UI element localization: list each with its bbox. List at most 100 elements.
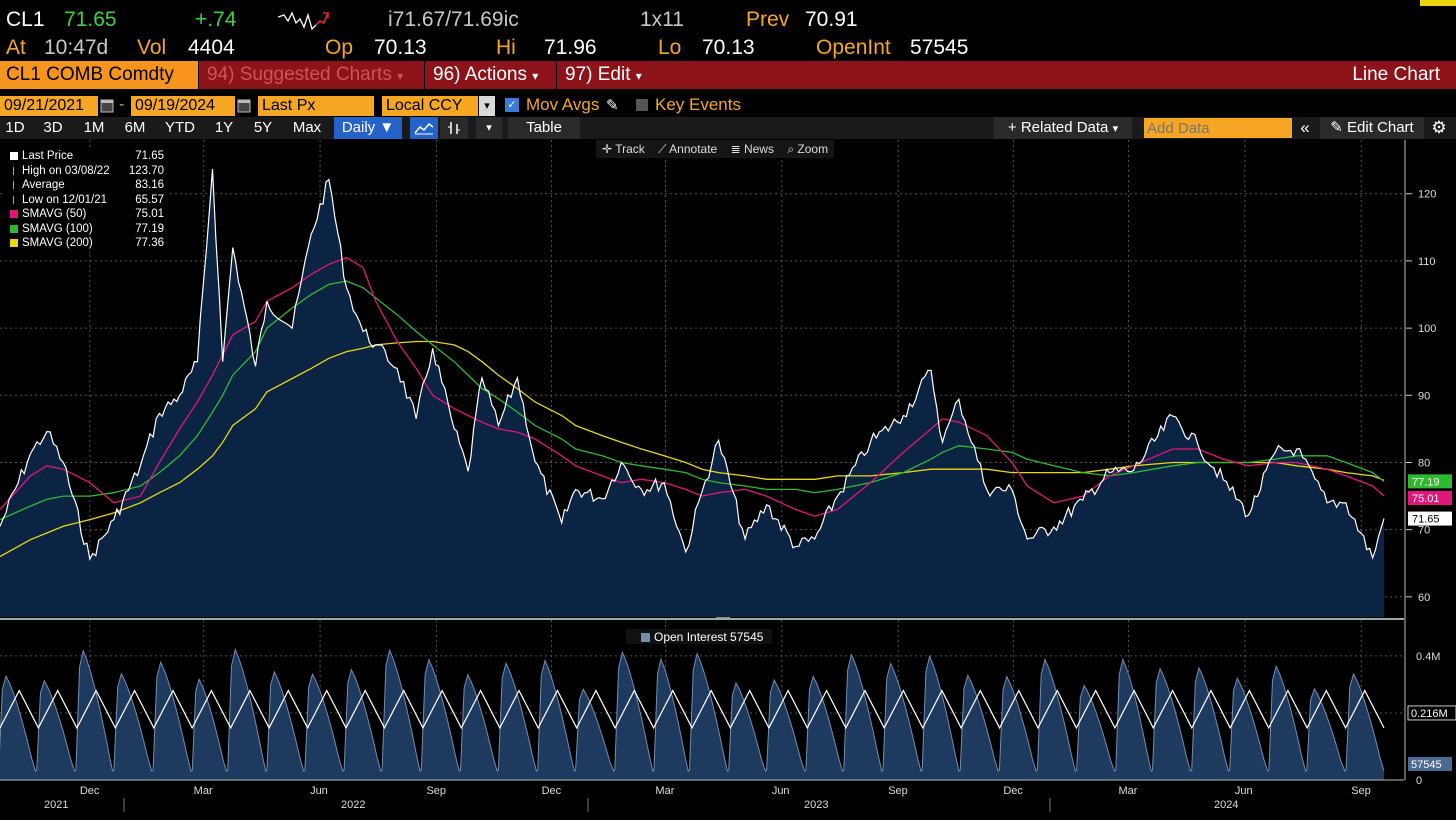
x-year-label: 2022 <box>341 799 365 811</box>
x-month-label: Jun <box>310 785 328 797</box>
open-interest-panel: Open Interest 57545 <box>0 629 1385 780</box>
currency-dropdown-icon[interactable]: ▾ <box>479 96 495 116</box>
sma100-axis-tag: 77.19 <box>1412 476 1440 488</box>
legend-value: 123.70 <box>128 164 164 177</box>
legend-entry[interactable]: SMAVG (100) 77.19 <box>3 222 168 237</box>
dropdown-caret-icon: ▾ <box>532 69 539 83</box>
x-month-label: Sep <box>888 785 908 797</box>
x-month-label: Jun <box>1235 785 1253 797</box>
sma50-axis-tag: 75.01 <box>1412 493 1440 505</box>
y-tick-label: 60 <box>1418 592 1430 604</box>
oi-last-axis-tag: 57545 <box>1411 759 1442 771</box>
low-marker-icon <box>13 195 15 204</box>
edit-chart-button[interactable]: ✎ Edit Chart <box>1320 117 1424 139</box>
period-ytd[interactable]: YTD <box>158 117 202 139</box>
low-price: 70.13 <box>702 36 755 59</box>
period-5y[interactable]: 5Y <box>246 117 280 139</box>
frequency-selector[interactable]: Daily ▼ <box>334 117 402 139</box>
chart-title: Line Chart <box>1352 64 1440 85</box>
calendar-icon[interactable] <box>100 97 114 113</box>
suggested-charts-label: 94) Suggested Charts <box>207 64 392 85</box>
vol-label: Vol <box>137 36 167 59</box>
sparkline-icon <box>278 11 329 31</box>
x-month-label: Mar <box>655 785 674 797</box>
last-time: 10:47d <box>44 36 109 59</box>
average-marker-icon <box>13 181 15 190</box>
annotate-tool[interactable]: ⟋ Annotate <box>658 142 717 156</box>
related-data-button[interactable]: + Related Data ▾ <box>994 117 1132 139</box>
zoom-tool[interactable]: ⌕ Zoom <box>787 142 828 156</box>
news-tool[interactable]: ≣ News <box>731 142 774 156</box>
collapse-double-chevron-icon[interactable]: « <box>1294 117 1316 139</box>
x-month-label: Dec <box>1003 785 1023 797</box>
crosshair-icon: ✛ <box>602 142 613 156</box>
price-chart[interactable]: Open Interest 57545 60 70 80 90 100 110 120 0 0.… <box>0 140 1456 820</box>
track-label: Track <box>615 142 645 156</box>
bar-chart-icon[interactable] <box>440 117 468 139</box>
x-month-label: Mar <box>1118 785 1137 797</box>
table-button[interactable]: Table <box>508 117 580 139</box>
square-icon <box>10 239 18 248</box>
line-chart-icon[interactable] <box>410 117 438 139</box>
x-month-label: Mar <box>194 785 213 797</box>
status-indicator <box>1420 0 1456 6</box>
y-tick-label: 70 <box>1418 525 1430 537</box>
y-tick-label: 120 <box>1418 189 1436 201</box>
calendar-icon[interactable] <box>237 97 251 113</box>
bid-ask-size: 1x11 <box>640 8 684 31</box>
net-change: +.74 <box>195 8 237 31</box>
period-1y[interactable]: 1Y <box>208 117 240 139</box>
y-tick-label: 110 <box>1418 256 1436 268</box>
end-date-input[interactable]: 09/19/2024 <box>131 96 235 116</box>
open-label: Op <box>325 36 354 59</box>
y-tick-label: 80 <box>1418 457 1430 469</box>
actions-menu[interactable]: 96) Actions ▾ <box>424 61 546 89</box>
period-max[interactable]: Max <box>286 117 328 139</box>
chart-legend: Last Price 71.65 High on 03/08/22 123.70 Ave… <box>3 149 168 251</box>
ticker: CL1 <box>6 8 45 31</box>
security-field[interactable]: CL1 COMB Comdty <box>0 61 198 89</box>
open-price: 70.13 <box>374 36 427 59</box>
y-tick-label: 100 <box>1418 323 1436 335</box>
suggested-charts-menu[interactable]: 94) Suggested Charts ▾ <box>198 61 411 89</box>
start-date-input[interactable]: 09/21/2021 <box>0 96 98 116</box>
edit-menu[interactable]: 97) Edit ▾ <box>556 61 650 89</box>
dropdown-caret-icon: ▾ <box>635 69 642 83</box>
legend-label: High on 03/08/22 <box>22 164 110 177</box>
chart-tools-bar: ✛ Track ⟋ Annotate ≣ News ⌕ Zoom <box>596 140 835 158</box>
square-icon <box>10 210 18 219</box>
track-tool[interactable]: ✛ Track <box>602 142 645 156</box>
plus-icon: + <box>1007 119 1017 136</box>
mov-avgs-checkbox[interactable]: ✓ <box>505 98 519 112</box>
magnifier-icon: ⌕ <box>787 142 795 156</box>
frequency-label: Daily <box>341 119 376 136</box>
x-month-label: Sep <box>426 785 446 797</box>
legend-entry[interactable]: SMAVG (200) 77.36 <box>3 236 168 251</box>
prev-close: 70.91 <box>805 8 858 31</box>
gear-icon[interactable]: ⚙ <box>1428 117 1450 139</box>
currency-selector[interactable]: Local CCY <box>382 96 478 116</box>
legend-label: Low on 12/01/21 <box>22 193 108 206</box>
field-selector[interactable]: Last Px <box>258 96 374 116</box>
oi-legend-label: Open Interest 57545 <box>654 630 764 644</box>
legend-entry[interactable]: Last Price 71.65 <box>3 149 168 164</box>
legend-entry[interactable]: Low on 12/01/21 65.57 <box>3 193 168 208</box>
pencil-icon[interactable]: ✎ <box>606 96 619 114</box>
add-data-input[interactable] <box>1144 118 1292 138</box>
period-6m[interactable]: 6M <box>118 117 152 139</box>
oi-y-tick-label: 0.4M <box>1416 651 1440 663</box>
y-tick-label: 90 <box>1418 390 1430 402</box>
period-1d[interactable]: 1D <box>0 117 30 139</box>
legend-entry[interactable]: SMAVG (50) 75.01 <box>3 207 168 222</box>
chart-type-dropdown-icon[interactable]: ▾ <box>476 117 502 139</box>
period-1m[interactable]: 1M <box>76 117 112 139</box>
legend-value: 75.01 <box>135 208 164 220</box>
legend-entry[interactable]: Average 83.16 <box>3 178 168 193</box>
zoom-label: Zoom <box>797 142 829 156</box>
key-events-checkbox[interactable] <box>636 99 648 111</box>
legend-entry[interactable]: High on 03/08/22 123.70 <box>3 164 168 179</box>
news-label: News <box>743 142 774 156</box>
period-3d[interactable]: 3D <box>36 117 70 139</box>
annotate-label: Annotate <box>669 142 718 156</box>
actions-label: 96) Actions <box>433 64 527 85</box>
